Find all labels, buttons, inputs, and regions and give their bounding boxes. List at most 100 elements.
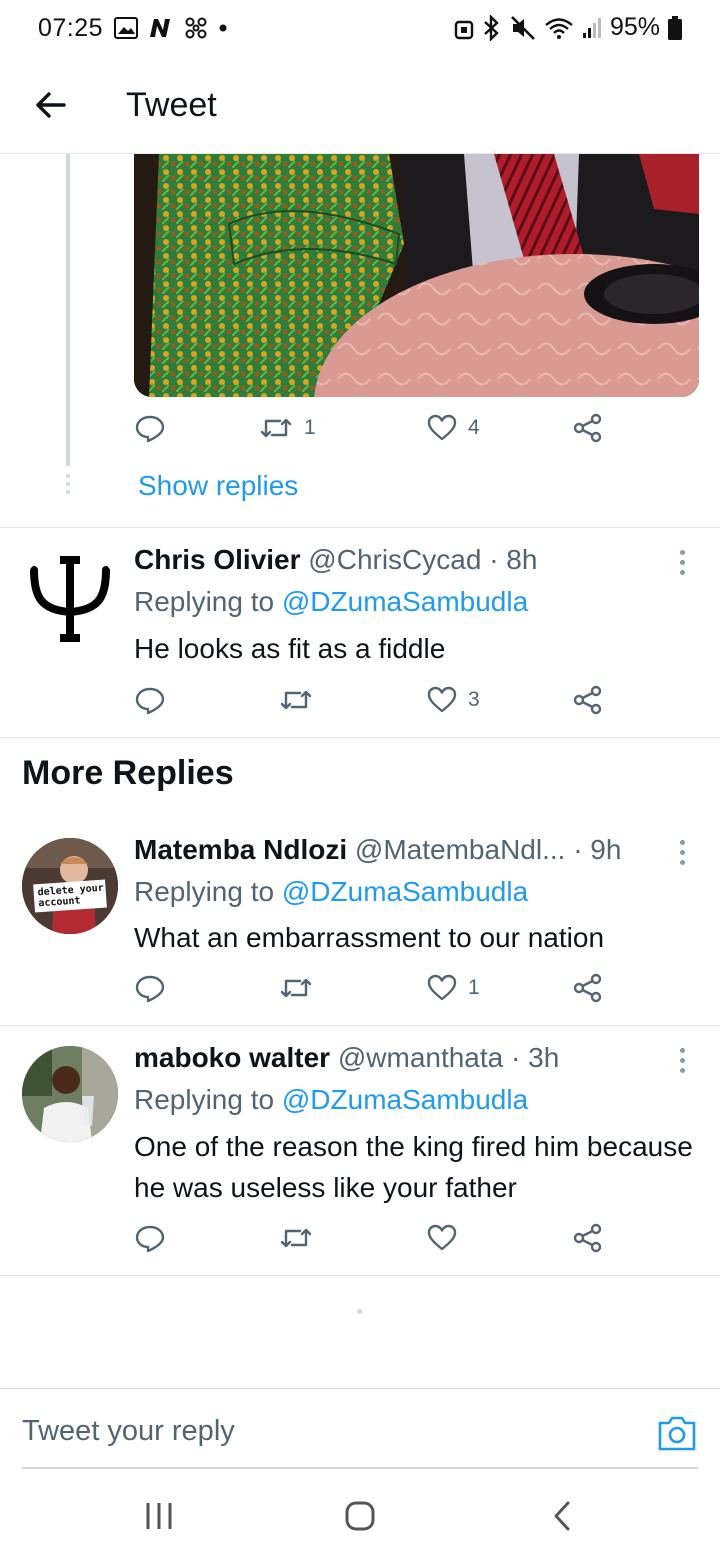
share-button[interactable] — [572, 684, 604, 716]
like-count: 1 — [468, 976, 480, 999]
more-replies-heading: More Replies — [22, 754, 234, 792]
tweet-media-image[interactable] — [134, 154, 699, 397]
share-icon — [573, 413, 602, 443]
reply-icon — [135, 1225, 165, 1253]
more-options-icon[interactable] — [680, 1048, 688, 1078]
share-button[interactable] — [572, 412, 604, 444]
status-icons-left — [114, 16, 228, 40]
recent-apps-icon[interactable] — [144, 1500, 174, 1532]
tweet-actions — [134, 1222, 614, 1262]
tweet-header: Matemba Ndlozi @MatembaNdl... · 9h — [134, 834, 621, 866]
battery-icon — [668, 15, 682, 40]
photo-illustration — [134, 154, 699, 397]
tweet-text: He looks as fit as a fiddle — [134, 633, 446, 664]
camera-icon[interactable] — [656, 1413, 698, 1453]
app-header: Tweet — [0, 58, 720, 154]
thread-continuation-dots — [65, 474, 71, 498]
system-nav-bar — [0, 1470, 720, 1560]
reply-input[interactable]: Tweet your reply — [22, 1415, 235, 1448]
reply-button[interactable] — [134, 972, 166, 1004]
retweet-button[interactable]: 1 — [258, 412, 316, 444]
author-name[interactable]: Matemba Ndlozi — [134, 834, 347, 865]
tweet-actions: 1 4 — [134, 412, 614, 452]
tweet-actions: 3 — [134, 684, 614, 724]
share-button[interactable] — [572, 972, 604, 1004]
mute-icon — [511, 15, 535, 40]
author-name[interactable]: Chris Olivier — [134, 544, 301, 575]
status-icons-right: 95% — [454, 13, 682, 42]
like-button[interactable]: 3 — [426, 684, 480, 716]
battery-percent: 95% — [609, 13, 660, 41]
retweet-icon — [280, 1228, 312, 1248]
thread-line — [66, 154, 70, 466]
divider — [0, 1275, 720, 1276]
reply-button[interactable] — [134, 412, 166, 444]
reply-icon — [135, 415, 165, 443]
bluetooth-icon — [484, 14, 499, 41]
tweet-header: maboko walter @wmanthata · 3h — [134, 1042, 559, 1074]
page-title: Tweet — [126, 86, 217, 124]
avatar[interactable] — [22, 1046, 118, 1142]
retweet-icon — [280, 978, 312, 998]
reply-icon — [135, 687, 165, 715]
author-handle: @ChrisCycad · 8h — [308, 544, 538, 575]
back-arrow-icon[interactable] — [30, 84, 72, 126]
heart-icon — [427, 1224, 457, 1251]
author-handle: @wmanthata · 3h — [337, 1042, 560, 1073]
heart-icon — [427, 414, 457, 441]
avatar[interactable] — [22, 548, 118, 644]
retweet-button[interactable] — [278, 684, 314, 716]
replying-to: Replying to @DZumaSambudla — [134, 1084, 528, 1116]
divider — [0, 1025, 720, 1026]
share-button[interactable] — [572, 1222, 604, 1254]
lock-icon — [454, 20, 474, 39]
retweet-button[interactable] — [278, 972, 314, 1004]
mention-link[interactable]: @DZumaSambudla — [282, 876, 528, 907]
loading-indicator — [357, 1309, 362, 1314]
n-app-icon — [150, 19, 170, 37]
heart-icon — [427, 686, 457, 713]
retweet-icon — [260, 418, 292, 438]
share-icon — [573, 685, 602, 715]
more-options-icon[interactable] — [680, 840, 688, 870]
wifi-icon — [545, 17, 573, 39]
share-icon — [573, 1223, 602, 1253]
divider — [0, 527, 720, 528]
replying-label: Replying to — [134, 586, 282, 617]
like-button[interactable] — [426, 1222, 458, 1254]
like-button[interactable]: 1 — [426, 972, 480, 1004]
mention-link[interactable]: @DZumaSambudla — [282, 586, 528, 617]
tweet-text: What an embarrassment to our nation — [134, 922, 605, 953]
home-icon[interactable] — [344, 1500, 376, 1532]
like-button[interactable]: 4 — [426, 412, 480, 444]
author-name[interactable]: maboko walter — [134, 1042, 330, 1073]
avatar[interactable]: delete your account — [22, 838, 118, 934]
notification-dot-icon — [219, 24, 227, 32]
replying-label: Replying to — [134, 1084, 282, 1115]
heart-icon — [427, 974, 457, 1001]
mention-link[interactable]: @DZumaSambudla — [282, 1084, 528, 1115]
show-replies-link[interactable]: Show replies — [138, 470, 298, 502]
status-bar: 07:25 95% — [0, 0, 720, 58]
retweet-count: 1 — [304, 416, 316, 439]
retweet-icon — [280, 690, 312, 710]
status-time: 07:25 — [38, 14, 104, 42]
reply-button[interactable] — [134, 1222, 166, 1254]
reply-icon — [135, 975, 165, 1003]
replying-to: Replying to @DZumaSambudla — [134, 586, 528, 618]
back-icon[interactable] — [550, 1500, 574, 1532]
divider — [0, 737, 720, 738]
like-count: 4 — [468, 416, 480, 439]
author-handle: @MatembaNdl... · 9h — [354, 834, 622, 865]
more-options-icon[interactable] — [680, 550, 688, 580]
replying-label: Replying to — [134, 876, 282, 907]
share-icon — [573, 973, 602, 1003]
signal-icon — [582, 17, 601, 38]
replying-to: Replying to @DZumaSambudla — [134, 876, 528, 908]
reply-button[interactable] — [134, 684, 166, 716]
avatar-sign-text: delete your account — [37, 883, 105, 910]
retweet-button[interactable] — [278, 1222, 314, 1254]
gallery-icon — [114, 17, 138, 39]
tweet-text: One of the reason the king fired him bec… — [134, 1131, 693, 1203]
tweet-actions: 1 — [134, 972, 614, 1012]
